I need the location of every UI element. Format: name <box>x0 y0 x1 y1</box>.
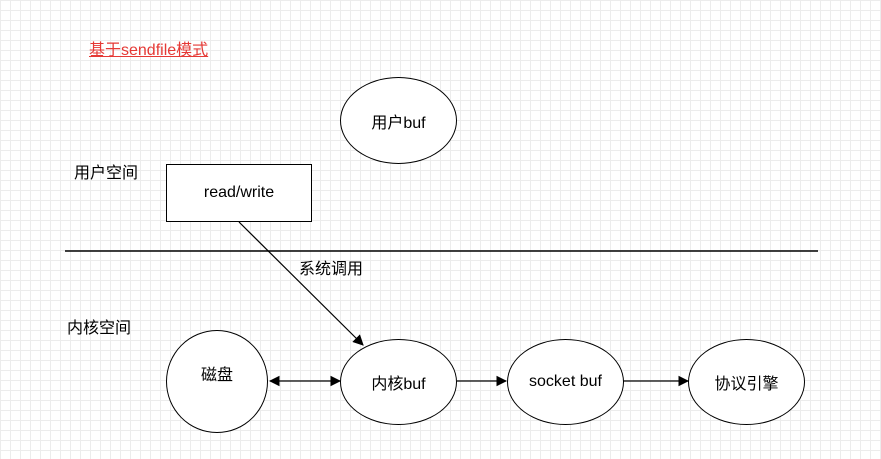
read-write-label: read/write <box>203 184 275 201</box>
kernel-buf-node: 内核buf <box>340 339 457 425</box>
syscall-label: 系统调用 <box>299 261 364 278</box>
socket-buf-label: socket buf <box>529 373 602 390</box>
syscall-arrow <box>238 221 364 346</box>
disk-node: 磁盘 <box>166 330 268 433</box>
socket-buf-node: socket buf <box>507 339 624 425</box>
protocol-engine-label: 协议引擎 <box>714 376 779 393</box>
kernel-buf-label: 内核buf <box>371 376 426 393</box>
protocol-engine-node: 协议引擎 <box>688 339 805 425</box>
user-buf-node: 用户buf <box>340 77 457 164</box>
user-buf-label: 用户buf <box>371 114 426 132</box>
read-write-node: read/write <box>166 164 312 222</box>
disk-label: 磁盘 <box>200 367 233 384</box>
